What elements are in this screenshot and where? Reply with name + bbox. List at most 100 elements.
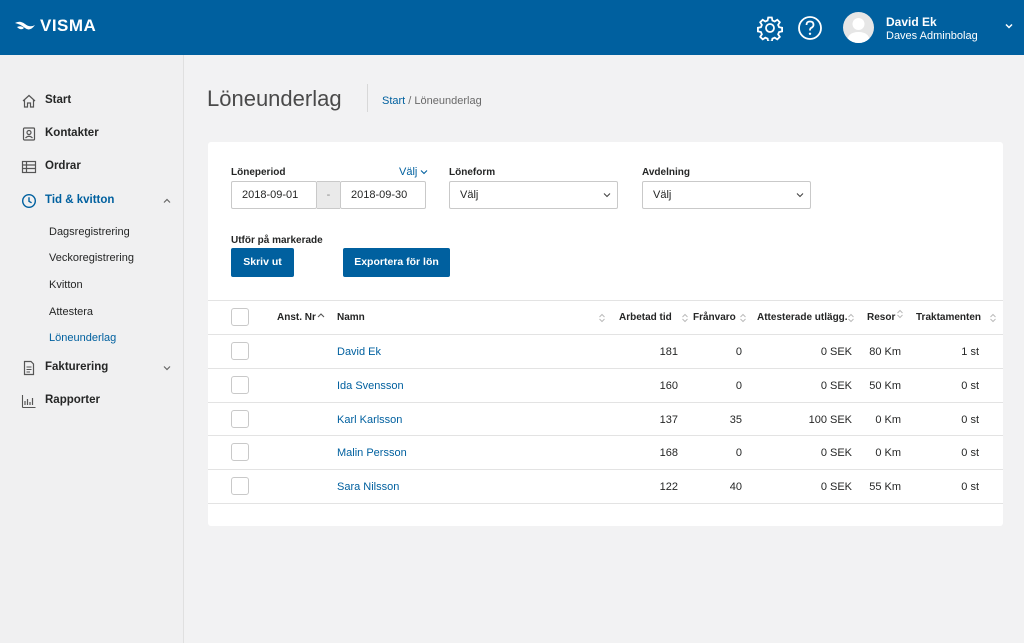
gear-icon[interactable] [757, 15, 783, 41]
date-from-input[interactable]: 2018-09-01 [231, 181, 317, 209]
cell-attesterade: 0 SEK [820, 447, 852, 459]
sidebar-item-label: Rapporter [45, 394, 100, 406]
table-top-border [208, 300, 1003, 301]
date-to-input[interactable]: 2018-09-30 [340, 181, 426, 209]
col-header-resor[interactable]: Resor [867, 312, 895, 323]
visma-swoosh-icon [15, 21, 35, 30]
sort-icon[interactable] [847, 313, 855, 323]
sidebar-subitem-dagsregistrering[interactable]: Dagsregistrering [49, 226, 130, 238]
chevron-down-icon[interactable] [162, 363, 172, 373]
cell-franvaro: 40 [729, 481, 742, 493]
sidebar-item-label: Fakturering [45, 361, 109, 373]
sidebar-item-label: Kontakter [45, 127, 99, 139]
avatar[interactable] [843, 12, 874, 43]
col-header-anst-nr[interactable]: Anst. Nr [277, 312, 316, 323]
page-title: Löneunderlag [207, 86, 342, 111]
row-divider [208, 368, 1003, 369]
sort-icon[interactable] [989, 313, 997, 323]
avdelning-select-value: Välj [653, 189, 672, 201]
loneform-select[interactable]: Välj [449, 181, 618, 209]
cell-attesterade: 0 SEK [820, 481, 852, 493]
sort-icon[interactable] [598, 313, 606, 323]
sidebar-item-label: Tid & kvitton [45, 194, 115, 206]
print-button[interactable]: Skriv ut [231, 248, 294, 277]
cell-traktamenten: 0 st [961, 481, 979, 493]
sidebar-subitem-attestera[interactable]: Attestera [49, 306, 93, 318]
row-checkbox[interactable] [231, 477, 249, 495]
cell-arbetad-tid: 137 [659, 414, 678, 426]
avdelning-select[interactable]: Välj [642, 181, 811, 209]
col-header-namn[interactable]: Namn [337, 312, 365, 323]
cell-franvaro: 35 [729, 414, 742, 426]
sidebar-subitem-kvitton[interactable]: Kvitton [49, 279, 83, 291]
col-header-attesterade[interactable]: Attesterade utlägg. [757, 312, 848, 323]
loneperiod-label: Löneperiod [231, 167, 286, 178]
selected-actions-label: Utför på markerade [231, 235, 323, 246]
row-divider [208, 435, 1003, 436]
employee-name-link[interactable]: Ida Svensson [337, 380, 404, 392]
sidebar-item-fakturering[interactable]: Fakturering [0, 356, 184, 380]
col-header-arbetad-tid[interactable]: Arbetad tid [619, 312, 672, 323]
cell-resor: 80 Km [869, 346, 901, 358]
cell-attesterade: 0 SEK [820, 380, 852, 392]
export-button[interactable]: Exportera för lön [343, 248, 450, 277]
loneform-label: Löneform [449, 167, 496, 178]
sort-ascending-icon[interactable] [317, 311, 325, 321]
period-valj-dropdown[interactable]: Välj [399, 166, 428, 178]
cell-traktamenten: 0 st [961, 380, 979, 392]
home-icon [22, 94, 36, 108]
employee-name-link[interactable]: Malin Persson [337, 447, 407, 459]
employee-name-link[interactable]: Karl Karlsson [337, 414, 402, 426]
row-checkbox[interactable] [231, 410, 249, 428]
row-checkbox[interactable] [231, 376, 249, 394]
help-icon[interactable] [797, 15, 823, 41]
cell-resor: 0 Km [875, 447, 901, 459]
cell-arbetad-tid: 122 [659, 481, 678, 493]
select-all-checkbox[interactable] [231, 308, 249, 326]
col-header-franvaro[interactable]: Frånvaro [693, 312, 736, 323]
cell-resor: 55 Km [869, 481, 901, 493]
sidebar-item-label: Ordrar [45, 160, 81, 172]
chevron-up-icon[interactable] [162, 196, 172, 206]
breadcrumb-home-link[interactable]: Start [382, 95, 405, 107]
employee-name-link[interactable]: David Ek [337, 346, 381, 358]
sidebar-item-kontakter[interactable]: Kontakter [0, 122, 184, 146]
sidebar-item-tid-kvitton[interactable]: Tid & kvitton [0, 189, 184, 213]
clock-icon [21, 193, 37, 209]
sort-icon[interactable] [739, 313, 747, 323]
user-company[interactable]: Daves Adminbolag [886, 30, 978, 42]
table-header-border [208, 334, 1003, 335]
chevron-down-icon [421, 170, 428, 175]
top-bar: VISMA David Ek Daves Adminbolag [0, 0, 1024, 55]
sort-icon[interactable] [681, 313, 689, 323]
sidebar-subitem-veckoregistrering[interactable]: Veckoregistrering [49, 252, 134, 264]
sidebar-item-rapporter[interactable]: Rapporter [0, 389, 184, 413]
col-header-traktamenten[interactable]: Traktamenten [916, 312, 981, 323]
row-checkbox[interactable] [231, 342, 249, 360]
brand-name: VISMA [40, 16, 97, 35]
sidebar-item-start[interactable]: Start [0, 89, 184, 113]
user-name[interactable]: David Ek [886, 15, 937, 29]
visma-logo[interactable]: VISMA [14, 16, 96, 36]
cell-arbetad-tid: 160 [659, 380, 678, 392]
employee-name-link[interactable]: Sara Nilsson [337, 481, 399, 493]
title-divider [367, 84, 368, 112]
chevron-down-icon[interactable] [1003, 20, 1015, 32]
loneform-select-value: Välj [460, 189, 479, 201]
contact-icon [22, 127, 36, 141]
cell-franvaro: 0 [735, 346, 742, 358]
breadcrumb-current: / Löneunderlag [405, 95, 482, 107]
cell-attesterade: 100 SEK [808, 414, 852, 426]
sort-icon[interactable] [896, 309, 904, 319]
cell-arbetad-tid: 181 [659, 346, 678, 358]
table-icon [21, 160, 37, 174]
row-checkbox[interactable] [231, 443, 249, 461]
row-divider [208, 469, 1003, 470]
date-range-separator: - [317, 181, 340, 209]
user-silhouette-icon [847, 18, 870, 43]
sidebar-item-ordrar[interactable]: Ordrar [0, 155, 184, 179]
sidebar-subitem-loneunderlag[interactable]: Löneunderlag [49, 332, 116, 344]
cell-franvaro: 0 [735, 447, 742, 459]
sidebar: Start Kontakter Ordrar Tid & kvitton Dag… [0, 55, 184, 643]
period-valj-label: Välj [399, 166, 418, 178]
